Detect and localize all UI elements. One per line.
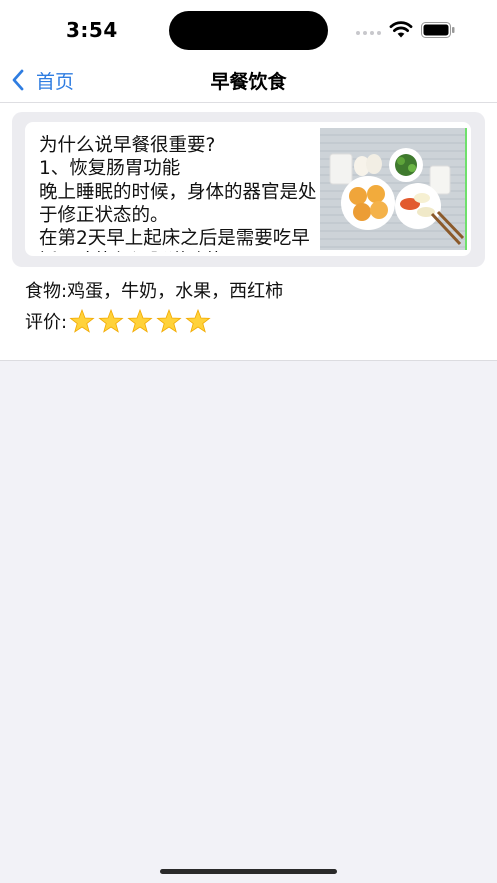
food-list-text: 食物:鸡蛋，牛奶，水果，西红柿 [25, 281, 284, 302]
cellular-signal-icon [356, 31, 382, 37]
rating-row: 评价: [25, 307, 214, 335]
navigation-bar: 首页 早餐饮食 [0, 58, 497, 103]
star-icon [185, 308, 211, 333]
article-card-content[interactable]: 为什么说早餐很重要? 1、恢复肠胃功能 晚上睡眠的时候，身体的器官是处于修正状态… [25, 122, 471, 256]
star-icon [127, 308, 153, 333]
star-icon [98, 308, 124, 333]
star-icon [69, 308, 95, 333]
article-text: 为什么说早餐很重要? 1、恢复肠胃功能 晚上睡眠的时候，身体的器官是处于修正状态… [39, 135, 317, 252]
wifi-icon [389, 21, 413, 38]
dynamic-island [169, 11, 328, 50]
breakfast-photo [320, 128, 467, 250]
home-indicator[interactable] [160, 869, 337, 874]
rating-stars [69, 308, 214, 334]
battery-icon [421, 22, 455, 38]
content-divider [0, 360, 497, 361]
star-icon [156, 308, 182, 333]
rating-label: 评价: [25, 312, 68, 333]
status-time: 3:54 [66, 18, 118, 42]
page-title: 早餐饮食 [210, 71, 287, 93]
status-bar: 3:54 [0, 0, 497, 58]
